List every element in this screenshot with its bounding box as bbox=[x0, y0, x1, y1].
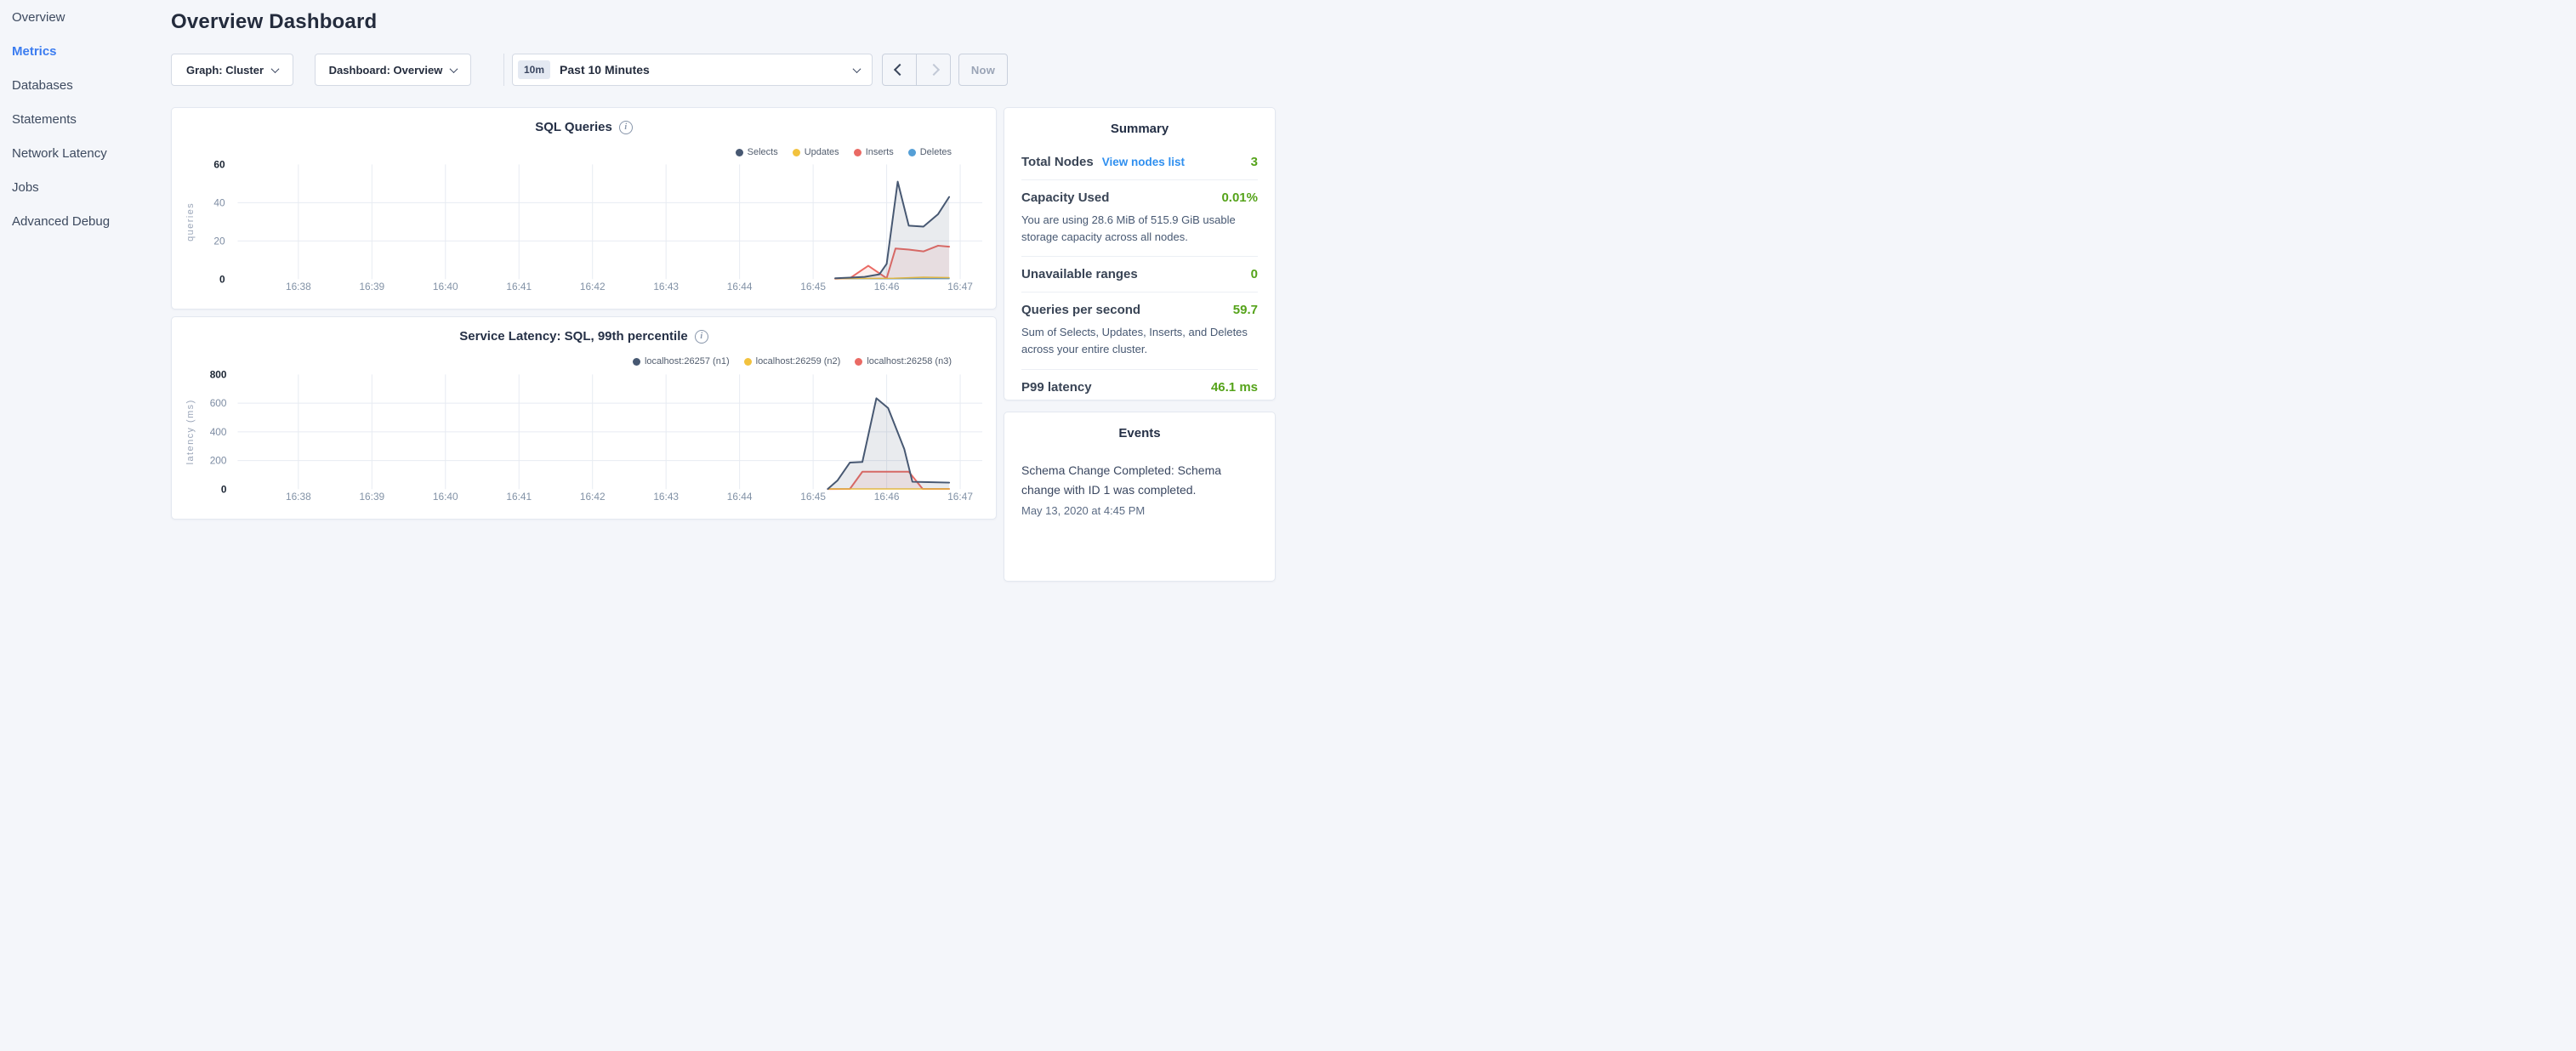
chevron-down-icon bbox=[450, 65, 458, 73]
summary-value: 59.7 bbox=[1233, 303, 1258, 317]
summary-row-p99-latency: P99 latency 46.1 ms bbox=[1021, 369, 1258, 405]
now-button[interactable]: Now bbox=[958, 54, 1008, 86]
graph-dropdown-label: Graph: Cluster bbox=[186, 64, 264, 77]
events-panel: Events Schema Change Completed: Schema c… bbox=[1004, 412, 1276, 582]
sidebar: Overview Metrics Databases Statements Ne… bbox=[0, 0, 162, 526]
time-nav-buttons bbox=[882, 54, 951, 86]
sidebar-item-databases[interactable]: Databases bbox=[0, 68, 162, 102]
time-next-button[interactable] bbox=[916, 54, 950, 85]
svg-text:16:41: 16:41 bbox=[506, 281, 532, 293]
summary-title: Summary bbox=[1021, 122, 1258, 136]
chevron-right-icon bbox=[927, 64, 939, 76]
svg-text:16:45: 16:45 bbox=[800, 491, 826, 503]
svg-text:16:43: 16:43 bbox=[653, 281, 679, 293]
svg-text:latency (ms): latency (ms) bbox=[185, 399, 196, 464]
svg-text:16:46: 16:46 bbox=[874, 281, 900, 293]
controls-divider bbox=[503, 54, 504, 86]
svg-text:16:44: 16:44 bbox=[727, 491, 753, 503]
svg-text:16:45: 16:45 bbox=[800, 281, 826, 293]
sidebar-item-overview[interactable]: Overview bbox=[0, 0, 162, 34]
sidebar-item-metrics[interactable]: Metrics bbox=[0, 34, 162, 68]
dashboard-dropdown-label: Dashboard: Overview bbox=[329, 64, 443, 77]
svg-text:0: 0 bbox=[221, 483, 227, 495]
svg-text:16:38: 16:38 bbox=[286, 281, 311, 293]
summary-value: 3 bbox=[1251, 155, 1258, 169]
svg-text:16:39: 16:39 bbox=[359, 281, 384, 293]
graph-dropdown[interactable]: Graph: Cluster bbox=[171, 54, 293, 86]
svg-text:16:47: 16:47 bbox=[947, 281, 973, 293]
chevron-left-icon bbox=[893, 64, 905, 76]
svg-text:16:42: 16:42 bbox=[580, 281, 606, 293]
svg-text:16:46: 16:46 bbox=[874, 491, 900, 503]
svg-text:600: 600 bbox=[210, 397, 227, 409]
summary-panel: Summary Total Nodes View nodes list 3 Ca… bbox=[1004, 107, 1276, 401]
dashboard-dropdown[interactable]: Dashboard: Overview bbox=[315, 54, 471, 86]
sidebar-item-jobs[interactable]: Jobs bbox=[0, 170, 162, 204]
svg-text:400: 400 bbox=[210, 426, 227, 438]
chevron-down-icon bbox=[853, 65, 862, 73]
svg-text:16:40: 16:40 bbox=[433, 491, 458, 503]
summary-value: 46.1 ms bbox=[1211, 380, 1258, 395]
event-item[interactable]: Schema Change Completed: Schema change w… bbox=[1021, 461, 1258, 517]
chevron-down-icon bbox=[271, 65, 280, 73]
events-title: Events bbox=[1021, 426, 1258, 440]
svg-text:40: 40 bbox=[213, 196, 225, 208]
svg-text:16:44: 16:44 bbox=[727, 281, 753, 293]
sql-queries-chart-card: SQL Queries i SelectsUpdatesInsertsDelet… bbox=[171, 107, 997, 310]
svg-text:20: 20 bbox=[213, 235, 225, 247]
svg-text:0: 0 bbox=[219, 273, 225, 285]
summary-row-capacity-used: Capacity Used 0.01% You are using 28.6 M… bbox=[1021, 179, 1258, 256]
svg-text:200: 200 bbox=[210, 455, 227, 467]
svg-text:16:38: 16:38 bbox=[286, 491, 311, 503]
service-latency-chart[interactable]: 16:38 16:39 16:40 16:41 16:42 16:43 16:44 16:45… bbox=[172, 317, 996, 519]
svg-text:16:40: 16:40 bbox=[433, 281, 458, 293]
summary-label: Unavailable ranges bbox=[1021, 267, 1138, 281]
summary-label: Capacity Used bbox=[1021, 190, 1109, 205]
view-nodes-list-link[interactable]: View nodes list bbox=[1102, 156, 1185, 168]
svg-text:800: 800 bbox=[210, 368, 227, 380]
summary-value: 0 bbox=[1251, 267, 1258, 281]
page-title: Overview Dashboard bbox=[171, 10, 377, 34]
svg-text:16:39: 16:39 bbox=[359, 491, 384, 503]
svg-text:60: 60 bbox=[213, 158, 225, 170]
svg-text:16:47: 16:47 bbox=[947, 491, 973, 503]
event-timestamp: May 13, 2020 at 4:45 PM bbox=[1021, 504, 1258, 517]
summary-description: Sum of Selects, Updates, Inserts, and De… bbox=[1021, 324, 1258, 358]
summary-label: P99 latency bbox=[1021, 380, 1092, 395]
sql-queries-chart[interactable]: 16:38 16:39 16:40 16:41 16:42 16:43 16:44 16:45… bbox=[172, 108, 996, 309]
sidebar-item-advanced-debug[interactable]: Advanced Debug bbox=[0, 204, 162, 238]
summary-row-total-nodes: Total Nodes View nodes list 3 bbox=[1021, 145, 1258, 179]
summary-value: 0.01% bbox=[1221, 190, 1258, 205]
svg-text:16:43: 16:43 bbox=[653, 491, 679, 503]
svg-text:16:42: 16:42 bbox=[580, 491, 606, 503]
service-latency-chart-card: Service Latency: SQL, 99th percentile i … bbox=[171, 316, 997, 520]
summary-row-queries-per-second: Queries per second 59.7 Sum of Selects, … bbox=[1021, 292, 1258, 368]
sidebar-item-statements[interactable]: Statements bbox=[0, 102, 162, 136]
time-window-selector[interactable]: 10m Past 10 Minutes bbox=[512, 54, 873, 86]
time-prev-button[interactable] bbox=[883, 54, 916, 85]
svg-text:queries: queries bbox=[185, 202, 196, 241]
sidebar-item-network-latency[interactable]: Network Latency bbox=[0, 136, 162, 170]
time-window-label: Past 10 Minutes bbox=[560, 63, 650, 77]
svg-text:16:41: 16:41 bbox=[506, 491, 532, 503]
event-text: Schema Change Completed: Schema change w… bbox=[1021, 461, 1258, 500]
summary-label: Total Nodes bbox=[1021, 155, 1094, 169]
summary-description: You are using 28.6 MiB of 515.9 GiB usab… bbox=[1021, 212, 1258, 246]
summary-row-unavailable-ranges: Unavailable ranges 0 bbox=[1021, 256, 1258, 292]
time-window-badge: 10m bbox=[518, 60, 550, 79]
summary-label: Queries per second bbox=[1021, 303, 1140, 317]
